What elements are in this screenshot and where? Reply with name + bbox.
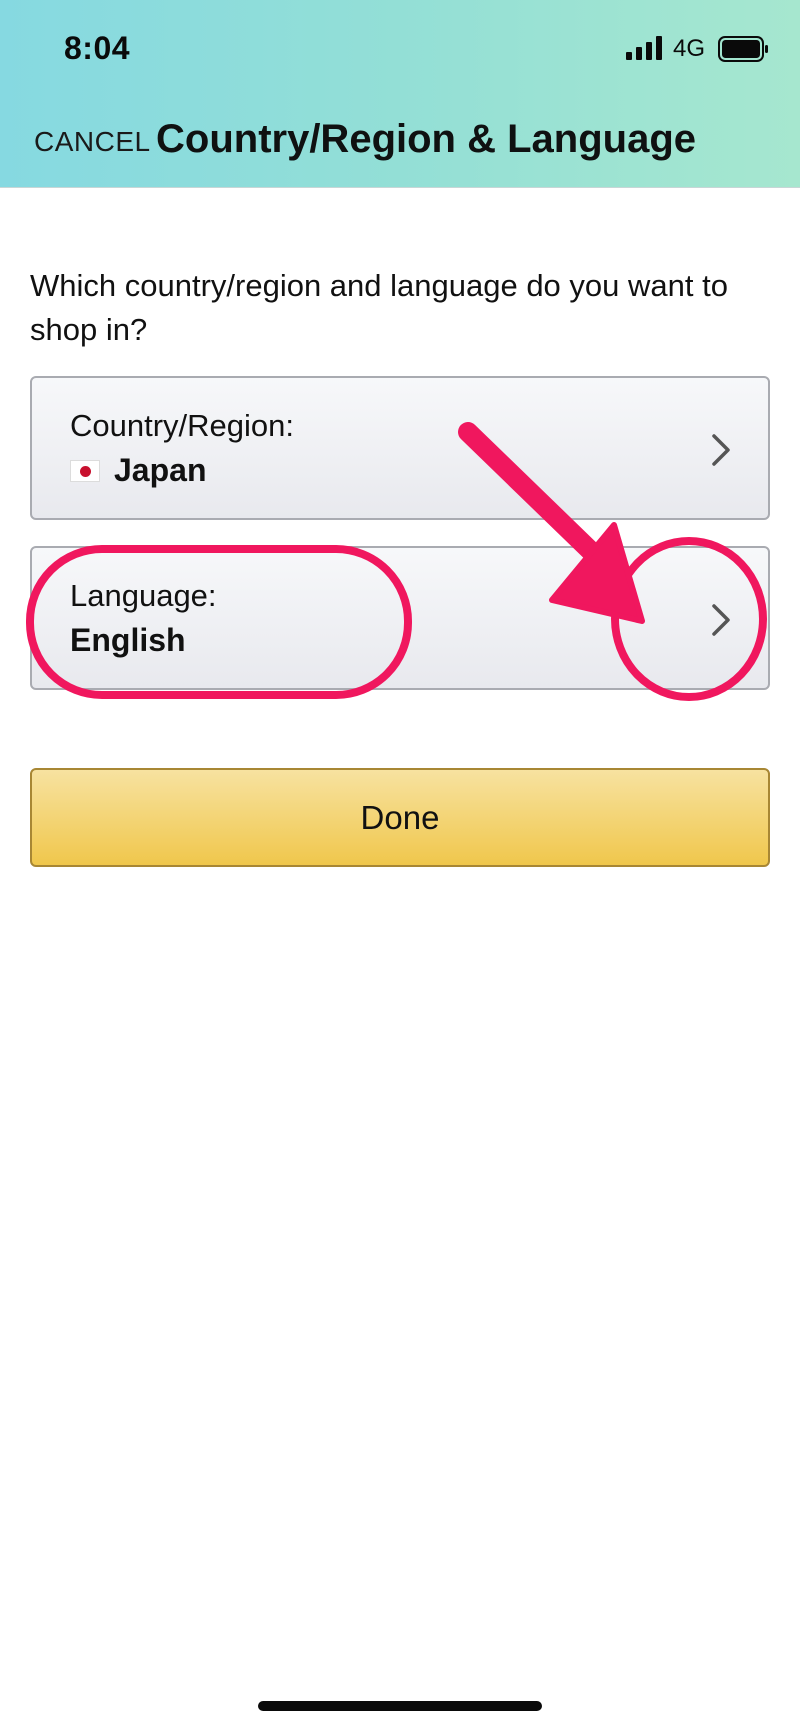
network-type: 4G (673, 35, 706, 62)
question-text: Which country/region and language do you… (30, 268, 728, 347)
chevron-right-icon (712, 434, 730, 466)
language-value: English (70, 622, 186, 658)
done-label: Done (360, 798, 440, 836)
japan-flag-icon (70, 459, 100, 482)
country-region-selector[interactable]: Country/Region: Japan (30, 376, 770, 520)
chevron-right-icon (712, 604, 730, 636)
country-region-label: Country/Region: (70, 408, 295, 443)
status-time: 8:04 (64, 30, 131, 66)
home-indicator (258, 1701, 542, 1711)
country-region-value: Japan (70, 452, 206, 489)
app-header: 8:04 4G CANCEL Country/Region & Language (0, 0, 800, 188)
country-name: Japan (114, 452, 207, 488)
battery-icon (718, 36, 768, 62)
language-selector[interactable]: Language: English (30, 546, 770, 690)
cancel-button[interactable]: CANCEL (34, 126, 151, 158)
done-button[interactable]: Done (30, 768, 770, 867)
language-label: Language: (70, 578, 217, 613)
page-title: Country/Region & Language (156, 117, 696, 161)
signal-icon (626, 36, 662, 60)
